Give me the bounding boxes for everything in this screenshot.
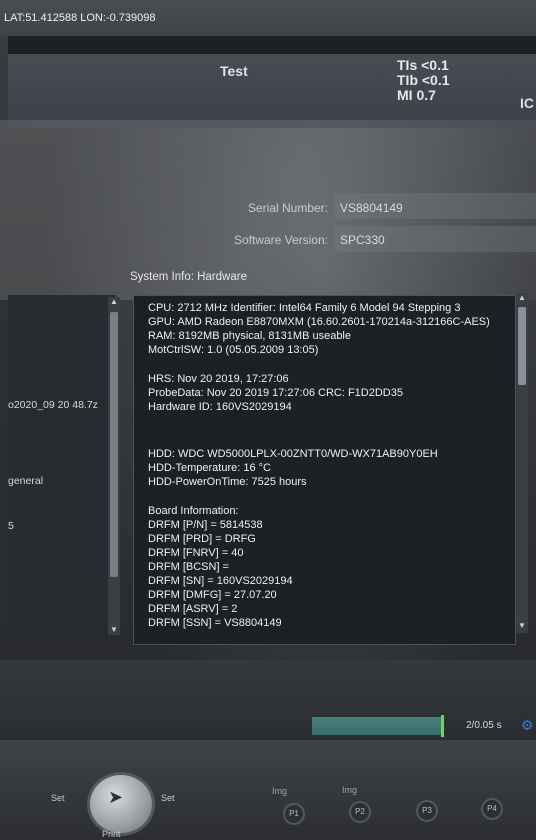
info-line: DRFM [PRD] = DRFG	[148, 533, 256, 545]
p3-button[interactable]: P3	[416, 800, 438, 822]
left-scrollbar-thumb[interactable]	[110, 312, 118, 577]
status-band	[0, 660, 536, 740]
gps-coordinates: LAT:51.412588 LON:-0.739098	[0, 0, 536, 36]
info-line: DRFM [SN] = 160VS2029194	[148, 575, 293, 587]
preset-name: Test	[220, 63, 248, 79]
triangle-down-icon[interactable]: ▼	[517, 621, 527, 631]
set-left-label[interactable]: Set	[51, 793, 65, 803]
monitor-header	[8, 36, 536, 128]
triangle-down-icon[interactable]: ▼	[109, 625, 119, 635]
gear-icon[interactable]: ⚙	[521, 717, 535, 733]
info-line: DRFM [DMFG] = 27.07.20	[148, 589, 277, 601]
info-line: HDD-Temperature: 16 °C	[148, 462, 271, 474]
info-line: Board Information:	[148, 505, 239, 517]
mi-index: MI 0.7	[397, 87, 436, 103]
left-list-item[interactable]: general	[8, 475, 43, 487]
progress-marker	[441, 715, 444, 737]
control-console	[0, 740, 536, 840]
info-line: HDD: WDC WD5000LPLX-00ZNTT0/WD-WX71AB90Y…	[148, 448, 438, 460]
info-scrollbar-thumb[interactable]	[518, 307, 526, 385]
info-line: DRFM [ASRV] = 2	[148, 603, 238, 615]
tib-index: TIb <0.1	[397, 72, 450, 88]
tis-index: TIs <0.1	[397, 57, 449, 73]
cursor-icon: ➤	[108, 787, 124, 807]
software-version-label: Software Version:	[233, 233, 328, 247]
info-line: DRFM [FNRV] = 40	[148, 547, 244, 559]
image-save-icon: Img	[342, 785, 358, 795]
progress-label: 2/0.05 s	[466, 720, 502, 731]
info-line: DRFM [SSN] = VS8804149	[148, 617, 282, 629]
software-version-value: SPC330	[340, 233, 385, 247]
info-line: RAM: 8192MB physical, 8131MB useable	[148, 330, 351, 342]
info-line: ProbeData: Nov 20 2019 17:27:06 CRC: F1D…	[148, 387, 403, 399]
set-right-label[interactable]: Set	[161, 793, 175, 803]
system-info-title: System Info: Hardware	[130, 271, 247, 283]
edge-text: IC	[520, 95, 534, 111]
info-line: MotCtrlSW: 1.0 (05.05.2009 13:05)	[148, 344, 319, 356]
info-line: HRS: Nov 20 2019, 17:27:06	[148, 373, 289, 385]
info-line: HDD-PowerOnTime: 7525 hours	[148, 476, 307, 488]
print-label[interactable]: Print	[102, 829, 121, 839]
triangle-up-icon[interactable]: ▲	[109, 297, 119, 307]
info-line: Hardware ID: 160VS2029194	[148, 401, 292, 413]
info-line: CPU: 2712 MHz Identifier: Intel64 Family…	[148, 302, 461, 314]
serial-number-label: Serial Number:	[247, 201, 328, 215]
triangle-up-icon[interactable]: ▲	[517, 293, 527, 303]
info-line: DRFM [BCSN] =	[148, 561, 229, 573]
p1-button[interactable]: P1	[283, 803, 305, 825]
progress-fill	[312, 717, 442, 735]
p4-button[interactable]: P4	[481, 798, 503, 820]
serial-number-value: VS8804149	[340, 201, 403, 215]
left-list-item[interactable]: 5	[8, 520, 14, 532]
info-line: DRFM [P/N] = 5814538	[148, 519, 263, 531]
system-info-panel: CPU: 2712 MHz Identifier: Intel64 Family…	[133, 295, 516, 645]
monitor-bezel	[8, 36, 536, 54]
left-list-item[interactable]: o2020_09 20 48.7z	[8, 399, 98, 411]
image-save-icon: Img	[272, 786, 288, 796]
p2-button[interactable]: P2	[349, 801, 371, 823]
left-list-panel	[8, 295, 116, 635]
info-line: GPU: AMD Radeon E8870MXM (16.60.2601-170…	[148, 316, 490, 328]
